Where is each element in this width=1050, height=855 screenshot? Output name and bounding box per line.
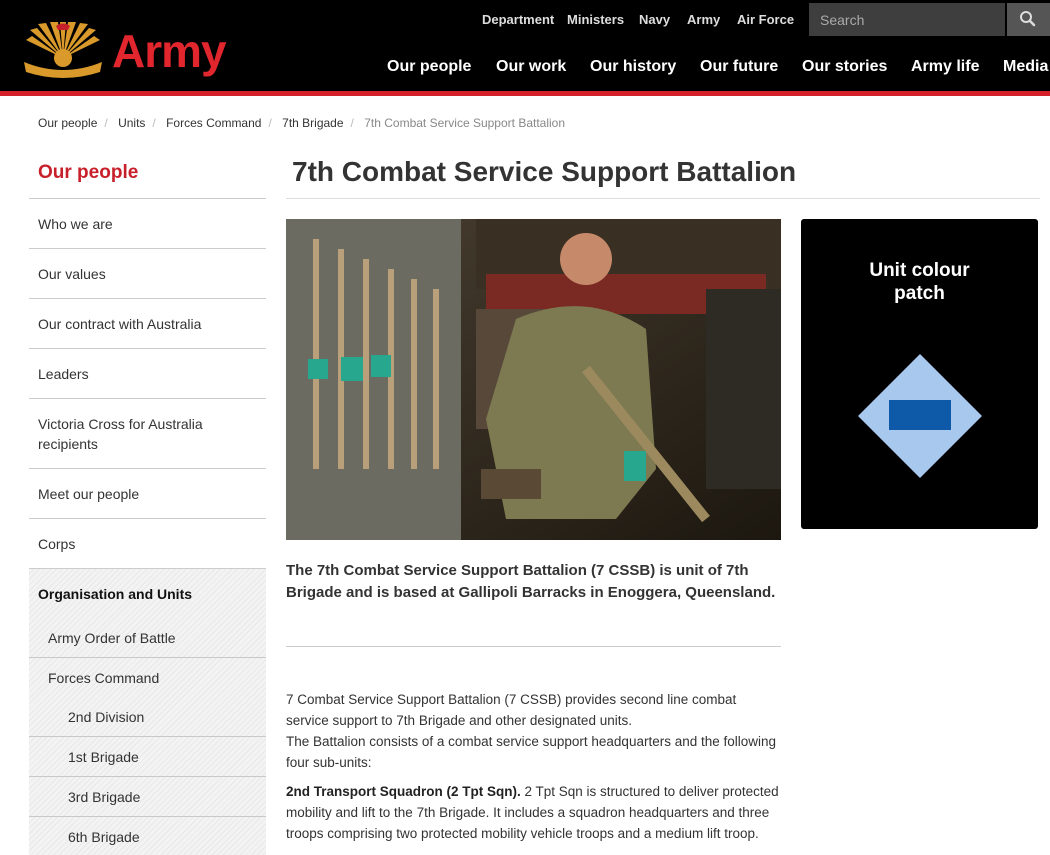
search-input[interactable]: [809, 3, 1005, 36]
nav-media[interactable]: Media: [1003, 58, 1048, 76]
nav-army-life[interactable]: Army life: [911, 58, 979, 76]
util-nav-army[interactable]: Army: [687, 12, 720, 27]
intro-divider: [286, 646, 781, 647]
util-nav-ministers[interactable]: Ministers: [567, 12, 624, 27]
sidebar-divider: [29, 816, 266, 817]
sidebar-subsubitem-2nd-division[interactable]: 2nd Division: [68, 707, 144, 727]
util-nav-department[interactable]: Department: [482, 12, 554, 27]
breadcrumb-current: 7th Combat Service Support Battalion: [364, 116, 566, 130]
sidebar-item-corps[interactable]: Corps: [38, 534, 75, 554]
nav-our-history[interactable]: Our history: [590, 58, 676, 76]
rising-sun-badge-icon[interactable]: [20, 22, 106, 84]
unit-colour-patch-panel: Unit colour patch: [801, 219, 1038, 529]
nav-our-people[interactable]: Our people: [387, 58, 471, 76]
sidebar-divider: [29, 198, 266, 199]
sidebar-item-who-we-are[interactable]: Who we are: [38, 214, 113, 234]
util-nav-air-force[interactable]: Air Force: [737, 12, 794, 27]
sidebar-title[interactable]: Our people: [38, 162, 138, 184]
sidebar-item-our-values[interactable]: Our values: [38, 264, 106, 284]
sidebar-subsubitem-1st-brigade[interactable]: 1st Brigade: [68, 747, 139, 767]
sidebar-divider: [29, 657, 266, 658]
sidebar-divider: [29, 348, 266, 349]
transport-squadron-heading: 2nd Transport Squadron (2 Tpt Sqn).: [286, 784, 521, 799]
sidebar-divider: [29, 776, 266, 777]
sidebar-item-organisation-and-units[interactable]: Organisation and Units: [38, 584, 192, 604]
sidebar-divider: [29, 736, 266, 737]
body-paragraph: 7 Combat Service Support Battalion (7 CS…: [286, 692, 737, 728]
sidebar-item-leaders[interactable]: Leaders: [38, 364, 89, 384]
sidebar-subsubitem-6th-brigade[interactable]: 6th Brigade: [68, 827, 140, 847]
breadcrumb-forces-command[interactable]: Forces Command: [166, 116, 261, 130]
breadcrumb: Our people / Units / Forces Command/ 7th B…: [38, 116, 566, 130]
search-icon: [1020, 11, 1036, 27]
util-nav-navy[interactable]: Navy: [639, 12, 670, 27]
nav-our-work[interactable]: Our work: [496, 58, 566, 76]
breadcrumb-units[interactable]: Units: [118, 116, 145, 130]
breadcrumb-7th-brigade[interactable]: 7th Brigade: [282, 116, 343, 130]
nav-our-future[interactable]: Our future: [700, 58, 778, 76]
sidebar-subsubitem-3rd-brigade[interactable]: 3rd Brigade: [68, 787, 140, 807]
breadcrumb-our-people[interactable]: Our people: [38, 116, 97, 130]
sidebar-item-meet-our-people[interactable]: Meet our people: [38, 484, 139, 504]
sidebar-subitem-forces-command[interactable]: Forces Command: [48, 668, 159, 688]
page-title: 7th Combat Service Support Battalion: [292, 156, 797, 187]
sidebar-active-section-bg: [29, 569, 266, 855]
sidebar-item-our-contract[interactable]: Our contract with Australia: [38, 314, 201, 334]
header-accent-bar: [0, 91, 1050, 96]
sidebar-divider: [29, 398, 266, 399]
body-paragraph-transport-squadron: 2nd Transport Squadron (2 Tpt Sqn). 2 Tp…: [286, 781, 781, 844]
title-divider: [286, 198, 1040, 199]
sidebar-divider: [29, 468, 266, 469]
body-text: 7 Combat Service Support Battalion (7 CS…: [286, 689, 781, 844]
unit-colour-patch-title: Unit colour patch: [869, 260, 970, 304]
soldier-photo: [286, 219, 781, 540]
brand-wordmark[interactable]: Army: [112, 28, 227, 74]
search-button[interactable]: [1007, 3, 1050, 36]
unit-colour-patch-icon: [858, 354, 982, 478]
sidebar-subitem-army-order-of-battle[interactable]: Army Order of Battle: [48, 628, 176, 648]
sidebar-item-victoria-cross[interactable]: Victoria Cross for Australia recipients: [38, 414, 228, 454]
sidebar-divider: [29, 518, 266, 519]
sidebar-divider: [29, 248, 266, 249]
body-paragraph: The Battalion consists of a combat servi…: [286, 734, 777, 770]
intro-paragraph: The 7th Combat Service Support Battalion…: [286, 562, 776, 601]
site-header: Army Department Ministers Navy Army Air …: [0, 0, 1050, 91]
sidebar-divider: [29, 298, 266, 299]
nav-our-stories[interactable]: Our stories: [802, 58, 887, 76]
